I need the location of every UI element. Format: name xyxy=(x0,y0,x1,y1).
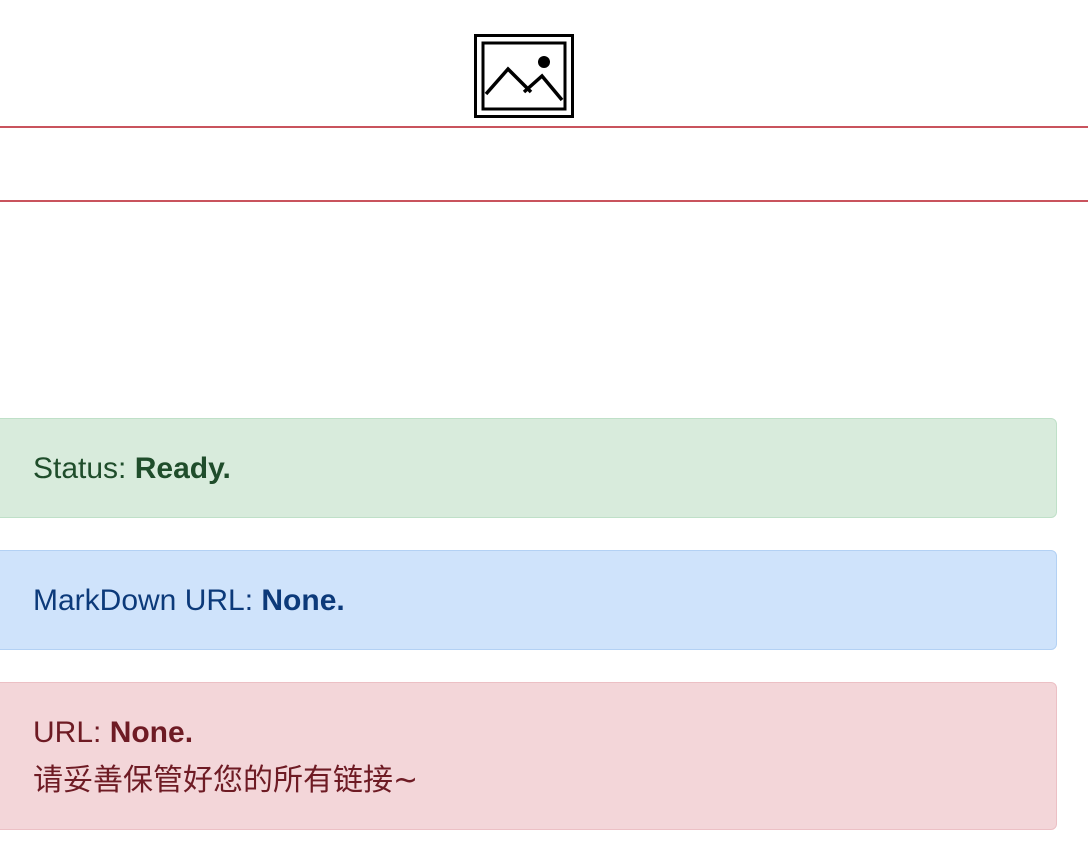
url-value: None. xyxy=(109,716,194,749)
status-label: Status: xyxy=(33,452,135,485)
url-text: URL: None. xyxy=(33,709,1056,757)
page: Status: Ready. MarkDown URL: None. URL: … xyxy=(0,0,1088,850)
divider-bottom xyxy=(0,200,1088,202)
markdown-url-text: MarkDown URL: None. xyxy=(33,577,1056,625)
markdown-url-value: None. xyxy=(261,584,345,617)
markdown-url-alert: MarkDown URL: None. xyxy=(0,550,1057,650)
divider-top xyxy=(0,126,1088,128)
url-note: 请妥善保管好您的所有链接~ xyxy=(33,763,419,798)
status-alert: Status: Ready. xyxy=(0,418,1057,518)
status-text: Status: Ready. xyxy=(33,445,1056,493)
url-alert: URL: None. 请妥善保管好您的所有链接~ xyxy=(0,682,1057,830)
url-label: URL: xyxy=(33,716,110,749)
broken-image-icon xyxy=(474,34,574,118)
status-value: Ready. xyxy=(134,452,231,485)
markdown-url-label: MarkDown URL: xyxy=(33,584,262,617)
